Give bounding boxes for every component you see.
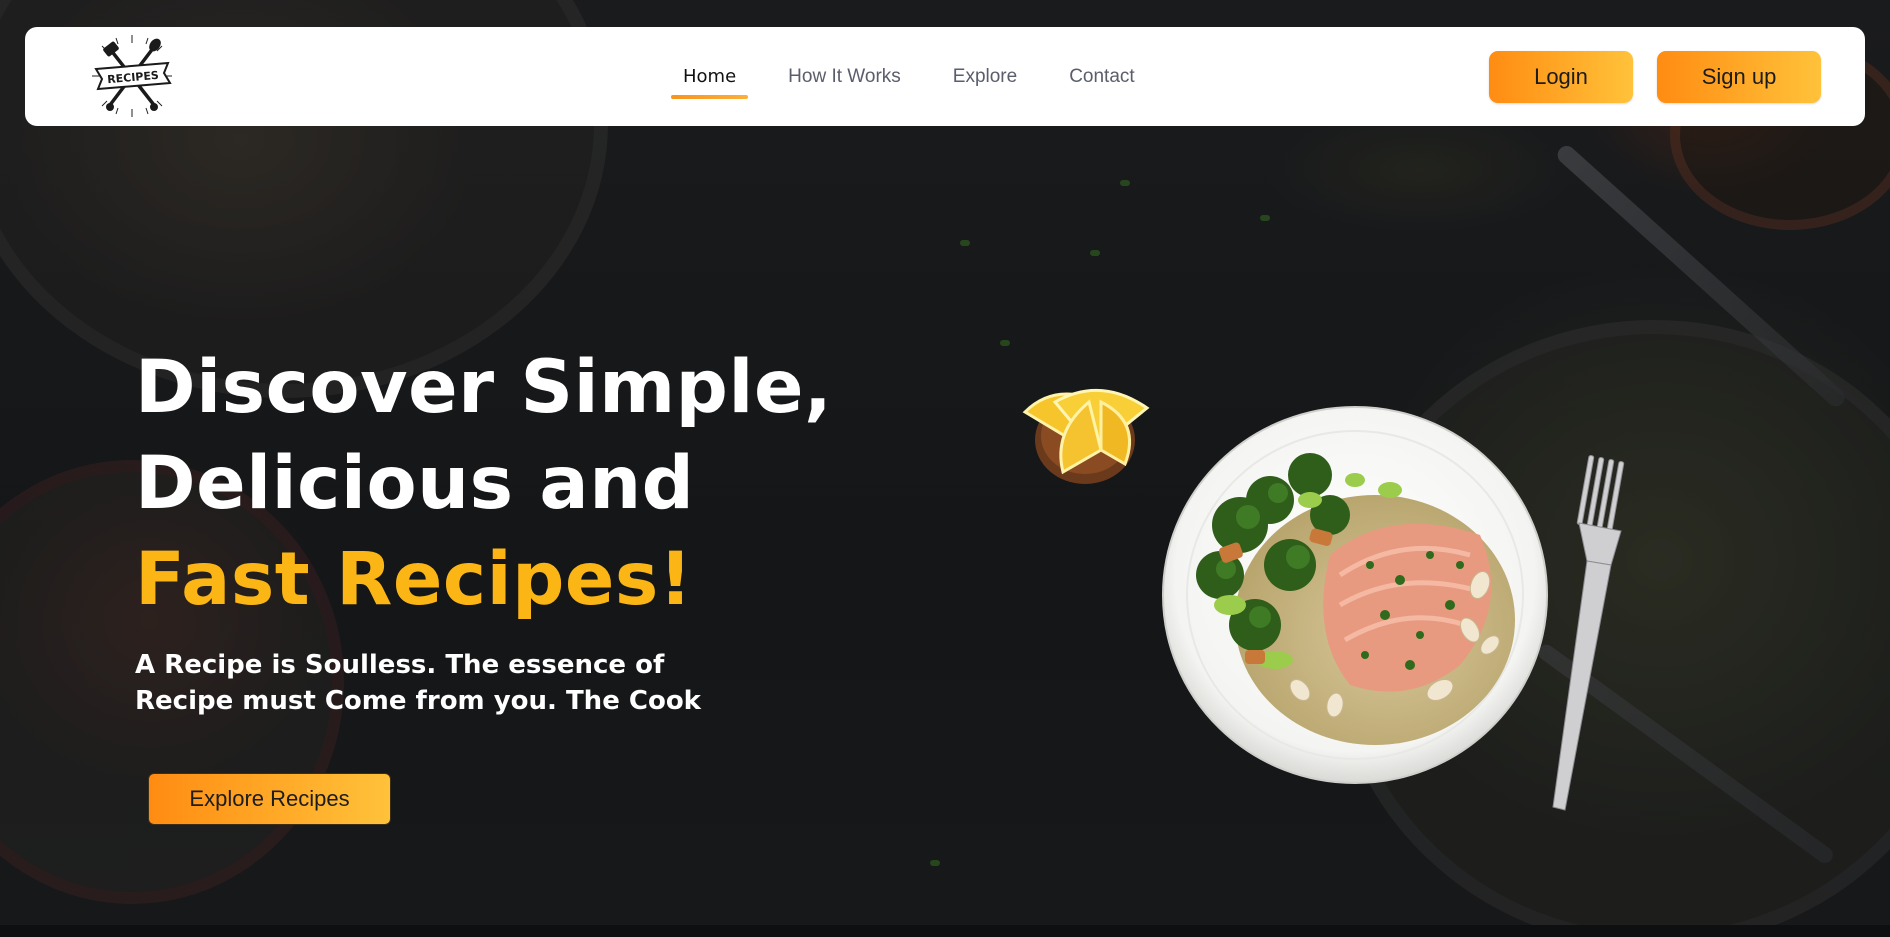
recipes-logo-icon: RECIPES xyxy=(92,35,172,117)
lemon-bowl-image xyxy=(1022,388,1150,484)
background-herb xyxy=(960,240,970,246)
explore-recipes-button[interactable]: Explore Recipes xyxy=(148,773,391,825)
signup-button[interactable]: Sign up xyxy=(1657,51,1821,103)
background-herb xyxy=(1090,250,1100,256)
hero-title-line1: Discover Simple, xyxy=(135,345,833,430)
hero-tagline: A Recipe is Soulless. The essence of Rec… xyxy=(135,650,701,716)
nav-link-how-it-works[interactable]: How It Works xyxy=(782,66,907,88)
landing-page: RECIPES Home How It Works Explore Contac… xyxy=(0,0,1890,937)
salmon-dish-image xyxy=(1162,406,1548,784)
nav-link-home[interactable]: Home xyxy=(670,66,749,99)
hero-title-accent: Fast Recipes! xyxy=(135,537,693,622)
nav-link-contact[interactable]: Contact xyxy=(1063,66,1140,88)
hero-title: Discover Simple, Delicious and Fast Reci… xyxy=(135,340,832,628)
nav-link-explore[interactable]: Explore xyxy=(947,66,1023,88)
background-herb xyxy=(1000,340,1010,346)
background-herb xyxy=(930,860,940,866)
background-herb xyxy=(1260,215,1270,221)
background-herb xyxy=(1120,180,1130,186)
hero-title-line2: Delicious and xyxy=(135,441,695,526)
navbar: RECIPES Home How It Works Explore Contac… xyxy=(25,27,1865,126)
fork-image xyxy=(1552,455,1625,811)
recipes-logo[interactable]: RECIPES xyxy=(88,33,176,119)
nav-links: Home How It Works Explore Contact xyxy=(670,27,1181,126)
login-button[interactable]: Login xyxy=(1489,51,1633,103)
